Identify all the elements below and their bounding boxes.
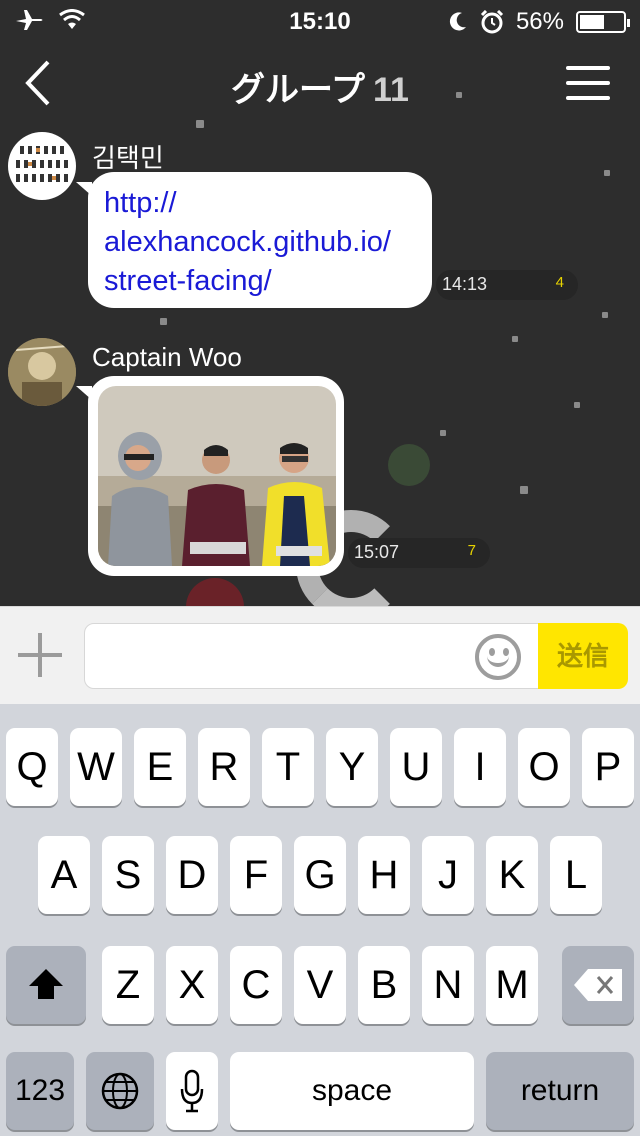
key-w[interactable]: W bbox=[70, 728, 122, 806]
microphone-icon bbox=[180, 1069, 204, 1113]
key-m[interactable]: M bbox=[486, 946, 538, 1024]
message-input-bar: 送信 bbox=[0, 606, 640, 704]
background-dot bbox=[440, 430, 446, 436]
backspace-icon bbox=[574, 969, 622, 1001]
numbers-key[interactable]: 123 bbox=[6, 1052, 74, 1130]
key-o[interactable]: O bbox=[518, 728, 570, 806]
key-d[interactable]: D bbox=[166, 836, 218, 914]
key-r[interactable]: R bbox=[198, 728, 250, 806]
key-x[interactable]: X bbox=[166, 946, 218, 1024]
menu-icon[interactable] bbox=[566, 66, 610, 100]
photo-attachment[interactable] bbox=[98, 386, 336, 566]
background-dot bbox=[602, 312, 608, 318]
return-key[interactable]: return bbox=[486, 1052, 634, 1130]
page-title: グループ 11 bbox=[0, 62, 640, 111]
dictation-key[interactable] bbox=[166, 1052, 218, 1130]
plus-icon[interactable] bbox=[18, 633, 62, 677]
background-dot bbox=[574, 402, 580, 408]
key-p[interactable]: P bbox=[582, 728, 634, 806]
key-l[interactable]: L bbox=[550, 836, 602, 914]
message-bubble[interactable]: http:// alexhancock.github.io/ street-fa… bbox=[76, 172, 432, 308]
backspace-key[interactable] bbox=[562, 946, 634, 1024]
key-a[interactable]: A bbox=[38, 836, 90, 914]
keyboard: QWERTYUIOP ASDFGHJKL ZXCVBNM 123 space r… bbox=[0, 704, 640, 1136]
chat-area[interactable]: 15:10 56% グループ 11 김택민 http:// alexhancoc… bbox=[0, 0, 640, 606]
battery-icon bbox=[576, 11, 630, 33]
key-h[interactable]: H bbox=[358, 836, 410, 914]
background-dot bbox=[160, 318, 167, 325]
key-e[interactable]: E bbox=[134, 728, 186, 806]
key-k[interactable]: K bbox=[486, 836, 538, 914]
key-y[interactable]: Y bbox=[326, 728, 378, 806]
key-q[interactable]: Q bbox=[6, 728, 58, 806]
background-dot bbox=[604, 170, 610, 176]
key-v[interactable]: V bbox=[294, 946, 346, 1024]
key-g[interactable]: G bbox=[294, 836, 346, 914]
message-link-line[interactable]: street-facing/ bbox=[104, 262, 416, 301]
background-dot bbox=[512, 336, 518, 342]
background-circle bbox=[388, 444, 430, 486]
key-j[interactable]: J bbox=[422, 836, 474, 914]
globe-key[interactable] bbox=[86, 1052, 154, 1130]
message-link-line[interactable]: http:// bbox=[104, 184, 416, 223]
key-c[interactable]: C bbox=[230, 946, 282, 1024]
key-z[interactable]: Z bbox=[102, 946, 154, 1024]
message-time: 14:13 bbox=[442, 274, 488, 294]
sender-name: 김택민 bbox=[92, 143, 164, 173]
message-bubble[interactable] bbox=[76, 376, 344, 576]
globe-icon bbox=[101, 1072, 139, 1110]
message-time: 15:07 bbox=[354, 542, 400, 562]
moon-icon bbox=[449, 12, 466, 31]
alarm-icon bbox=[480, 10, 504, 34]
nav-bar: グループ 11 bbox=[0, 40, 640, 126]
background-circle bbox=[186, 578, 244, 606]
message-meta: 14:13 4 bbox=[436, 270, 578, 300]
space-key[interactable]: space bbox=[230, 1052, 474, 1130]
message-meta: 15:07 7 bbox=[348, 538, 490, 568]
group-name: グループ bbox=[231, 71, 365, 109]
message-link-line[interactable]: alexhancock.github.io/ bbox=[104, 223, 416, 262]
key-s[interactable]: S bbox=[102, 836, 154, 914]
status-bar: 15:10 56% bbox=[0, 0, 640, 40]
battery-percent: 56% bbox=[515, 8, 564, 35]
message-input[interactable] bbox=[84, 623, 540, 689]
sender-name: Captain Woo bbox=[92, 342, 242, 372]
key-b[interactable]: B bbox=[358, 946, 410, 1024]
key-u[interactable]: U bbox=[390, 728, 442, 806]
key-t[interactable]: T bbox=[262, 728, 314, 806]
avatar[interactable] bbox=[8, 132, 76, 200]
key-n[interactable]: N bbox=[422, 946, 474, 1024]
avatar[interactable] bbox=[8, 338, 76, 406]
send-button[interactable]: 送信 bbox=[538, 623, 628, 689]
member-count: 11 bbox=[373, 71, 409, 109]
background-dot bbox=[520, 486, 528, 494]
shift-icon bbox=[29, 969, 63, 999]
shift-key[interactable] bbox=[6, 946, 86, 1024]
key-i[interactable]: I bbox=[454, 728, 506, 806]
unread-count: 4 bbox=[555, 274, 564, 291]
unread-count: 7 bbox=[467, 542, 476, 559]
battery-level bbox=[580, 15, 604, 29]
key-f[interactable]: F bbox=[230, 836, 282, 914]
emoji-icon[interactable] bbox=[475, 634, 521, 680]
